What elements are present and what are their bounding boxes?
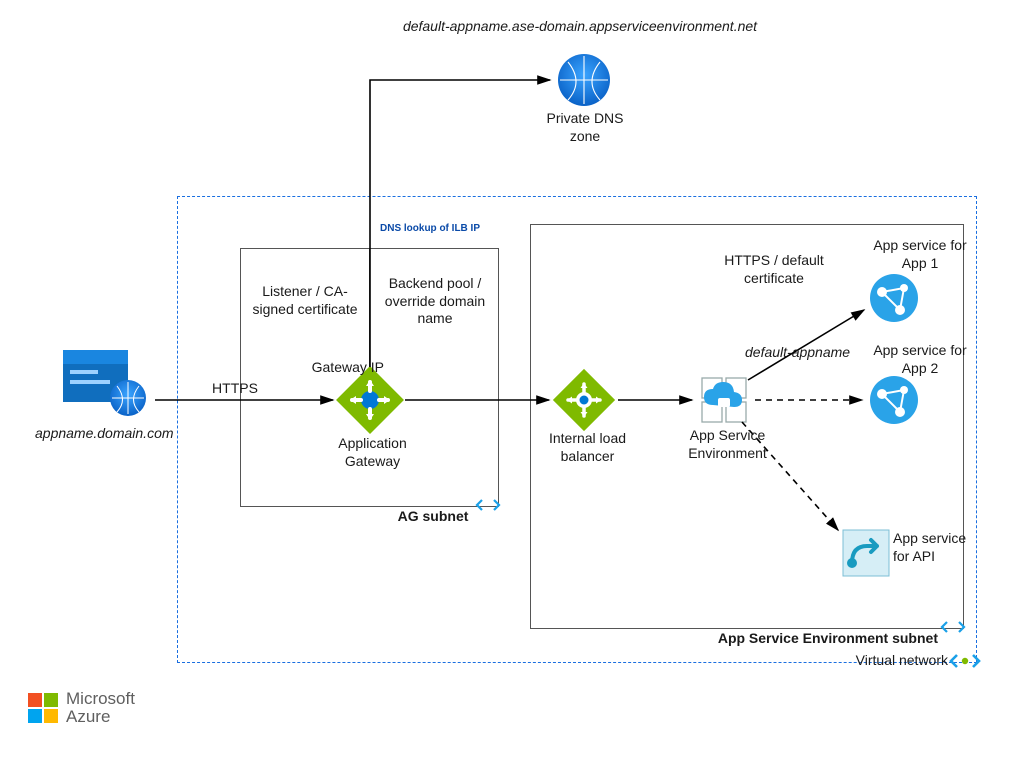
api-label: App service for API: [893, 530, 983, 565]
brand-line-2: Azure: [66, 708, 135, 726]
app1-label: App service for App 1: [870, 237, 970, 272]
microsoft-logo-icon: [28, 693, 58, 723]
private-dns-label: Private DNS zone: [540, 110, 630, 145]
gateway-ip-label: Gateway IP: [304, 359, 384, 377]
microsoft-azure-logo: Microsoft Azure: [28, 690, 135, 726]
external-domain-label: appname.domain.com: [35, 425, 195, 443]
backend-pool-label: Backend pool / override domain name: [380, 275, 490, 328]
default-appname-label: default-appname: [745, 344, 875, 362]
top-domain-label: default-appname.ase-domain.appserviceenv…: [360, 18, 800, 36]
listener-label: Listener / CA-signed certificate: [250, 283, 360, 318]
app2-label: App service for App 2: [870, 342, 970, 377]
https-cert-label: HTTPS / default certificate: [714, 252, 834, 287]
application-gateway-label: Application Gateway: [325, 435, 420, 470]
dns-lookup-label: DNS lookup of ILB IP: [380, 223, 500, 236]
private-dns-icon: [558, 54, 610, 106]
https-label: HTTPS: [205, 380, 265, 398]
brand-line-1: Microsoft: [66, 690, 135, 708]
ase-subnet-label: App Service Environment subnet: [698, 630, 938, 648]
client-browser-icon: [63, 350, 146, 416]
ilb-label: Internal load balancer: [540, 430, 635, 465]
ag-subnet-label: AG subnet: [388, 508, 478, 526]
ase-label: App Service Environment: [680, 427, 775, 462]
vnet-label: Virtual network: [838, 652, 948, 670]
architecture-diagram: default-appname.ase-domain.appserviceenv…: [0, 0, 1015, 760]
